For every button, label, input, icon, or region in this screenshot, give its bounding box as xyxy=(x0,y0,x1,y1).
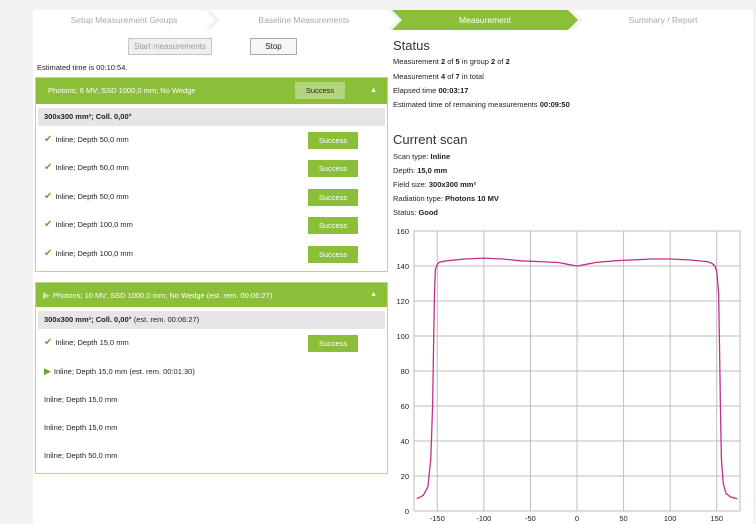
list-item-label: Inline; Depth 15,0 mm xyxy=(44,395,118,404)
list-item-label: Inline; Depth 100,0 mm xyxy=(55,249,133,258)
success-badge: Success xyxy=(308,217,358,234)
y-tick-label: 160 xyxy=(396,227,409,236)
y-tick-label: 120 xyxy=(396,297,409,306)
status-measurement-group: Measurement 2 of 5 in group 2 of 2 xyxy=(393,57,510,66)
collapse-icon[interactable]: ▲ xyxy=(370,283,377,307)
y-tick-label: 40 xyxy=(401,437,409,446)
y-tick-label: 0 xyxy=(405,507,409,516)
x-tick-label: -50 xyxy=(525,514,536,523)
step-summary-report[interactable]: Summary / Report xyxy=(573,10,753,30)
list-item-label: Inline; Depth 15,0 mm xyxy=(44,423,118,432)
success-badge: Success xyxy=(308,246,358,263)
collapse-icon[interactable]: ▲ xyxy=(370,78,377,104)
step-setup-measurement-groups[interactable]: Setup Measurement Groups xyxy=(33,10,215,30)
list-item[interactable]: ✔ Inline; Depth 50,0 mm Success xyxy=(36,130,387,150)
check-icon: ✔ xyxy=(44,162,53,173)
x-tick-label: 100 xyxy=(664,514,677,523)
status-elapsed-time: Elapsed time 00:03:17 xyxy=(393,86,469,95)
list-item[interactable]: ▶ Inline; Depth 15,0 mm (est. rem. 00:01:… xyxy=(36,361,387,381)
check-icon: ✔ xyxy=(44,337,53,348)
group-header[interactable]: ▶ Photons; 10 MV; SSD 1000,0 mm; No Wedge… xyxy=(36,283,387,307)
estimated-time-text: Estimated time is 00:10:54. xyxy=(37,63,128,72)
list-item[interactable]: Inline; Depth 50,0 mm xyxy=(36,446,387,466)
current-scan-heading: Current scan xyxy=(393,132,468,147)
check-icon: ✔ xyxy=(44,134,53,145)
wizard-steps: Setup Measurement Groups Baseline Measur… xyxy=(33,10,753,30)
y-tick-label: 80 xyxy=(401,367,409,376)
list-item-label: Inline; Depth 50,0 mm xyxy=(55,135,129,144)
success-badge: Success xyxy=(308,189,358,206)
success-badge: Success xyxy=(308,132,358,149)
list-item-label: Inline; Depth 50,0 mm xyxy=(55,192,129,201)
y-tick-label: 20 xyxy=(401,472,409,481)
field-sub-header-label: 300x300 mm²; Coll. 0,00° xyxy=(44,315,132,324)
success-badge: Success xyxy=(308,160,358,177)
group-title: Photons; 6 MV; SSD 1000,0 mm; No Wedge xyxy=(48,86,196,95)
stop-button[interactable]: Stop xyxy=(250,38,297,55)
scan-depth: Depth: 15,0 mm xyxy=(393,166,448,175)
list-item-label: Inline; Depth 15,0 mm (est. rem. 00:01:3… xyxy=(53,367,195,376)
check-icon: ✔ xyxy=(44,191,53,202)
list-item[interactable]: ✔ Inline; Depth 50,0 mm Success xyxy=(36,158,387,178)
list-item-label: Inline; Depth 100,0 mm xyxy=(55,220,133,229)
measurement-group-1: Photons; 6 MV; SSD 1000,0 mm; No Wedge S… xyxy=(35,77,388,272)
step-measurement[interactable]: Measurement xyxy=(392,10,578,30)
list-item[interactable]: ✔ Inline; Depth 15,0 mm Success xyxy=(36,333,387,353)
measurement-group-2: ▶ Photons; 10 MV; SSD 1000,0 mm; No Wedge… xyxy=(35,282,388,474)
step-baseline-measurements[interactable]: Baseline Measurements xyxy=(210,10,398,30)
scan-type: Scan type: Inline xyxy=(393,152,451,161)
y-tick-label: 100 xyxy=(396,332,409,341)
y-tick-label: 60 xyxy=(401,402,409,411)
list-item-label: Inline; Depth 50,0 mm xyxy=(44,451,118,460)
status-heading: Status xyxy=(393,38,430,53)
x-tick-label: -150 xyxy=(430,514,445,523)
field-sub-header: 300x300 mm²; Coll. 0,00° (est. rem. 00:0… xyxy=(38,311,385,329)
play-icon: ▶ xyxy=(44,366,51,376)
list-item[interactable]: Inline; Depth 15,0 mm xyxy=(36,390,387,410)
scan-radiation-type: Radiation type: Photons 10 MV xyxy=(393,194,499,203)
scan-profile-chart: 0 20 40 60 80 100 120 140 160 -150 -100 -50 0 50 100 15… xyxy=(396,227,741,523)
play-icon: ▶ xyxy=(43,290,50,300)
group-header[interactable]: Photons; 6 MV; SSD 1000,0 mm; No Wedge S… xyxy=(36,78,387,104)
group-title: Photons; 10 MV; SSD 1000,0 mm; No Wedge … xyxy=(52,291,273,300)
status-remaining-time: Estimated time of remaining measurements… xyxy=(393,100,570,109)
field-sub-header: 300x300 mm²; Coll. 0,00° xyxy=(38,108,385,126)
field-sub-header-extra: (est. rem. 00:06:27) xyxy=(131,315,200,324)
scan-status: Status: Good xyxy=(393,208,439,217)
scan-field-size: Field size: 300x300 mm² xyxy=(393,180,476,189)
x-tick-label: 50 xyxy=(619,514,627,523)
list-item[interactable]: ✔ Inline; Depth 100,0 mm Success xyxy=(36,215,387,235)
list-item-label: Inline; Depth 15,0 mm xyxy=(55,338,129,347)
success-badge: Success xyxy=(308,335,358,352)
list-item[interactable]: ✔ Inline; Depth 100,0 mm Success xyxy=(36,244,387,264)
field-sub-header-label: 300x300 mm²; Coll. 0,00° xyxy=(44,112,132,121)
start-measurements-button[interactable]: Start measurements xyxy=(128,38,212,55)
list-item[interactable]: ✔ Inline; Depth 50,0 mm Success xyxy=(36,187,387,207)
check-icon: ✔ xyxy=(44,248,53,259)
x-tick-label: 150 xyxy=(710,514,723,523)
status-measurement-total: Measurement 4 of 7 in total xyxy=(393,72,484,81)
list-item[interactable]: Inline; Depth 15,0 mm xyxy=(36,418,387,438)
y-tick-label: 140 xyxy=(396,262,409,271)
x-tick-label: 0 xyxy=(575,514,579,523)
group-status-badge: Success xyxy=(295,82,345,99)
x-tick-label: -100 xyxy=(476,514,491,523)
list-item-label: Inline; Depth 50,0 mm xyxy=(55,163,129,172)
check-icon: ✔ xyxy=(44,219,53,230)
